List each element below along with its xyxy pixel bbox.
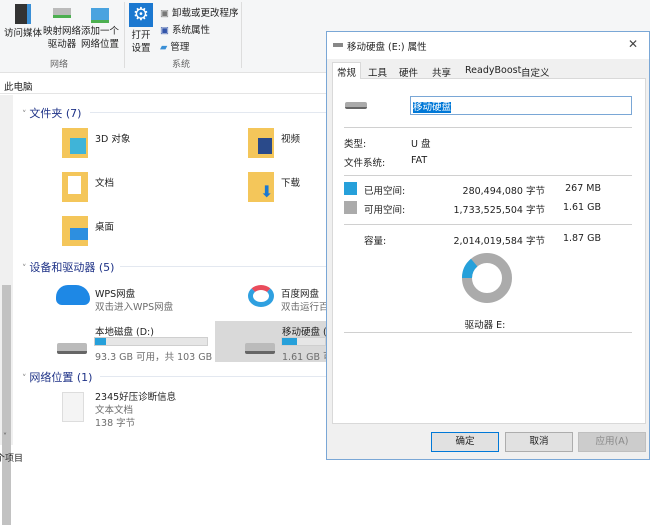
baidu-netdisk-icon <box>248 285 274 307</box>
used-bytes: 280,494,080 字节 <box>443 183 545 197</box>
monitor-icon <box>91 8 109 23</box>
manage-button[interactable]: ▰ 管理 <box>160 39 189 53</box>
system-properties-button[interactable]: ▣ 系统属性 <box>160 22 210 36</box>
free-color-swatch <box>344 201 357 214</box>
folder-desktop[interactable]: 桌面 <box>95 219 114 233</box>
divider <box>344 224 632 225</box>
divider <box>241 2 242 68</box>
group-system-label: 系统 <box>172 57 190 70</box>
tab-hardware[interactable]: 硬件 <box>395 63 422 79</box>
folder-downloads[interactable]: 下载 <box>281 175 300 189</box>
usage-donut-chart <box>460 251 514 305</box>
network-item-size: 138 字节 <box>95 415 135 429</box>
divider <box>120 266 326 267</box>
uninstall-button[interactable]: ▣ 卸载或更改程序 <box>160 5 239 19</box>
folder-documents[interactable]: 文档 <box>95 175 114 189</box>
properties-dialog: 移动硬盘 (E:) 属性 ✕ 常规 工具 硬件 共享 ReadyBoost 自定… <box>326 31 650 460</box>
used-color-swatch <box>344 182 357 195</box>
disk-d-icon <box>57 343 87 354</box>
folder-video[interactable]: 视频 <box>281 131 300 145</box>
ok-button[interactable]: 确定 <box>431 432 499 452</box>
tab-general[interactable]: 常规 <box>332 62 361 79</box>
nav-scrollbar[interactable]: ˅ <box>0 95 13 445</box>
used-label: 已用空间: <box>364 183 405 197</box>
folder-docs-icon <box>62 172 88 202</box>
capacity-bytes: 2,014,019,584 字节 <box>433 233 545 247</box>
tab-readyboost[interactable]: ReadyBoost <box>461 63 525 79</box>
wps-cloud-icon <box>56 285 90 305</box>
disk-d-desc: 93.3 GB 可用，共 103 GB <box>95 349 212 363</box>
type-label: 类型: <box>344 136 366 150</box>
divider <box>90 112 326 113</box>
disk-d-name[interactable]: 本地磁盘 (D:) <box>95 324 154 338</box>
cancel-button[interactable]: 取消 <box>505 432 573 452</box>
drive-icon <box>333 43 343 47</box>
group-network-label: 网络 <box>50 57 68 70</box>
disk-e-desc: 1.61 GB 可 <box>282 349 326 363</box>
tab-customize[interactable]: 自定义 <box>517 63 554 79</box>
tab-tools[interactable]: 工具 <box>364 63 391 79</box>
program-icon: ▣ <box>160 8 169 19</box>
divider <box>344 175 632 176</box>
access-media-button[interactable]: 访问媒体 <box>4 4 42 40</box>
network-item-name[interactable]: 2345好压诊断信息 <box>95 389 176 403</box>
baidu-drive-name[interactable]: 百度网盘 <box>281 286 319 300</box>
folder-downloads-icon: ⬇ <box>248 172 274 202</box>
folder-video-icon <box>248 128 274 158</box>
type-value: U 盘 <box>411 136 430 150</box>
fs-value: FAT <box>411 155 427 166</box>
close-button[interactable]: ✕ <box>628 37 638 51</box>
wps-drive-name[interactable]: WPS网盘 <box>95 286 135 300</box>
disk-d-usage-bar <box>94 337 208 346</box>
folder-desktop-icon <box>62 216 88 246</box>
network-drive-icon <box>53 8 71 18</box>
baidu-drive-desc: 双击运行百 <box>281 299 326 313</box>
text-file-icon <box>62 392 84 422</box>
status-bar: 个项目 <box>0 451 23 464</box>
scroll-thumb[interactable] <box>2 285 11 525</box>
network-item-type: 文本文档 <box>95 402 133 416</box>
divider <box>100 376 326 377</box>
open-settings-button[interactable]: ⚙打开设置 <box>128 3 154 55</box>
disk-e-name[interactable]: 移动硬盘 (E <box>282 324 326 338</box>
free-human: 1.61 GB <box>543 202 601 213</box>
free-bytes: 1,733,525,504 字节 <box>433 202 545 216</box>
dialog-title: 移动硬盘 (E:) 属性 <box>347 39 427 53</box>
free-label: 可用空间: <box>364 202 405 216</box>
add-network-location-button[interactable]: 添加一个网络位置 <box>80 8 120 51</box>
manage-icon: ▰ <box>160 42 167 53</box>
media-icon <box>15 4 31 24</box>
divider <box>124 2 125 68</box>
used-human: 267 MB <box>543 183 601 194</box>
general-panel: 移动硬盘 类型: U 盘 文件系统: FAT 已用空间: 280,494,080… <box>332 78 646 424</box>
drive-name-input[interactable]: 移动硬盘 <box>410 96 632 115</box>
folder-3d[interactable]: 3D 对象 <box>95 131 130 145</box>
scroll-down-icon[interactable]: ˅ <box>3 432 7 441</box>
fs-label: 文件系统: <box>344 155 385 169</box>
section-folders[interactable]: 文件夹 (7) <box>22 105 81 121</box>
gear-icon: ⚙ <box>129 3 153 27</box>
address-bar[interactable]: 此电脑 <box>0 74 330 94</box>
section-network[interactable]: 网络位置 (1) <box>22 369 92 385</box>
map-drive-button[interactable]: 映射网络驱动器 <box>42 8 82 51</box>
properties-icon: ▣ <box>160 25 169 36</box>
dialog-titlebar: 移动硬盘 (E:) 属性 ✕ <box>327 32 649 59</box>
apply-button[interactable]: 应用(A) <box>578 432 646 452</box>
folder-3d-icon <box>62 128 88 158</box>
tab-sharing[interactable]: 共享 <box>428 63 455 79</box>
drive-icon <box>345 102 367 109</box>
drive-letter-label: 驱动器 E: <box>333 317 645 331</box>
capacity-human: 1.87 GB <box>543 233 601 244</box>
disk-e-icon <box>245 343 275 354</box>
section-devices[interactable]: 设备和驱动器 (5) <box>22 259 114 275</box>
wps-drive-desc: 双击进入WPS网盘 <box>95 299 173 313</box>
disk-e-usage-bar <box>281 337 326 346</box>
divider <box>344 127 632 128</box>
capacity-label: 容量: <box>364 233 386 247</box>
divider <box>344 332 632 333</box>
